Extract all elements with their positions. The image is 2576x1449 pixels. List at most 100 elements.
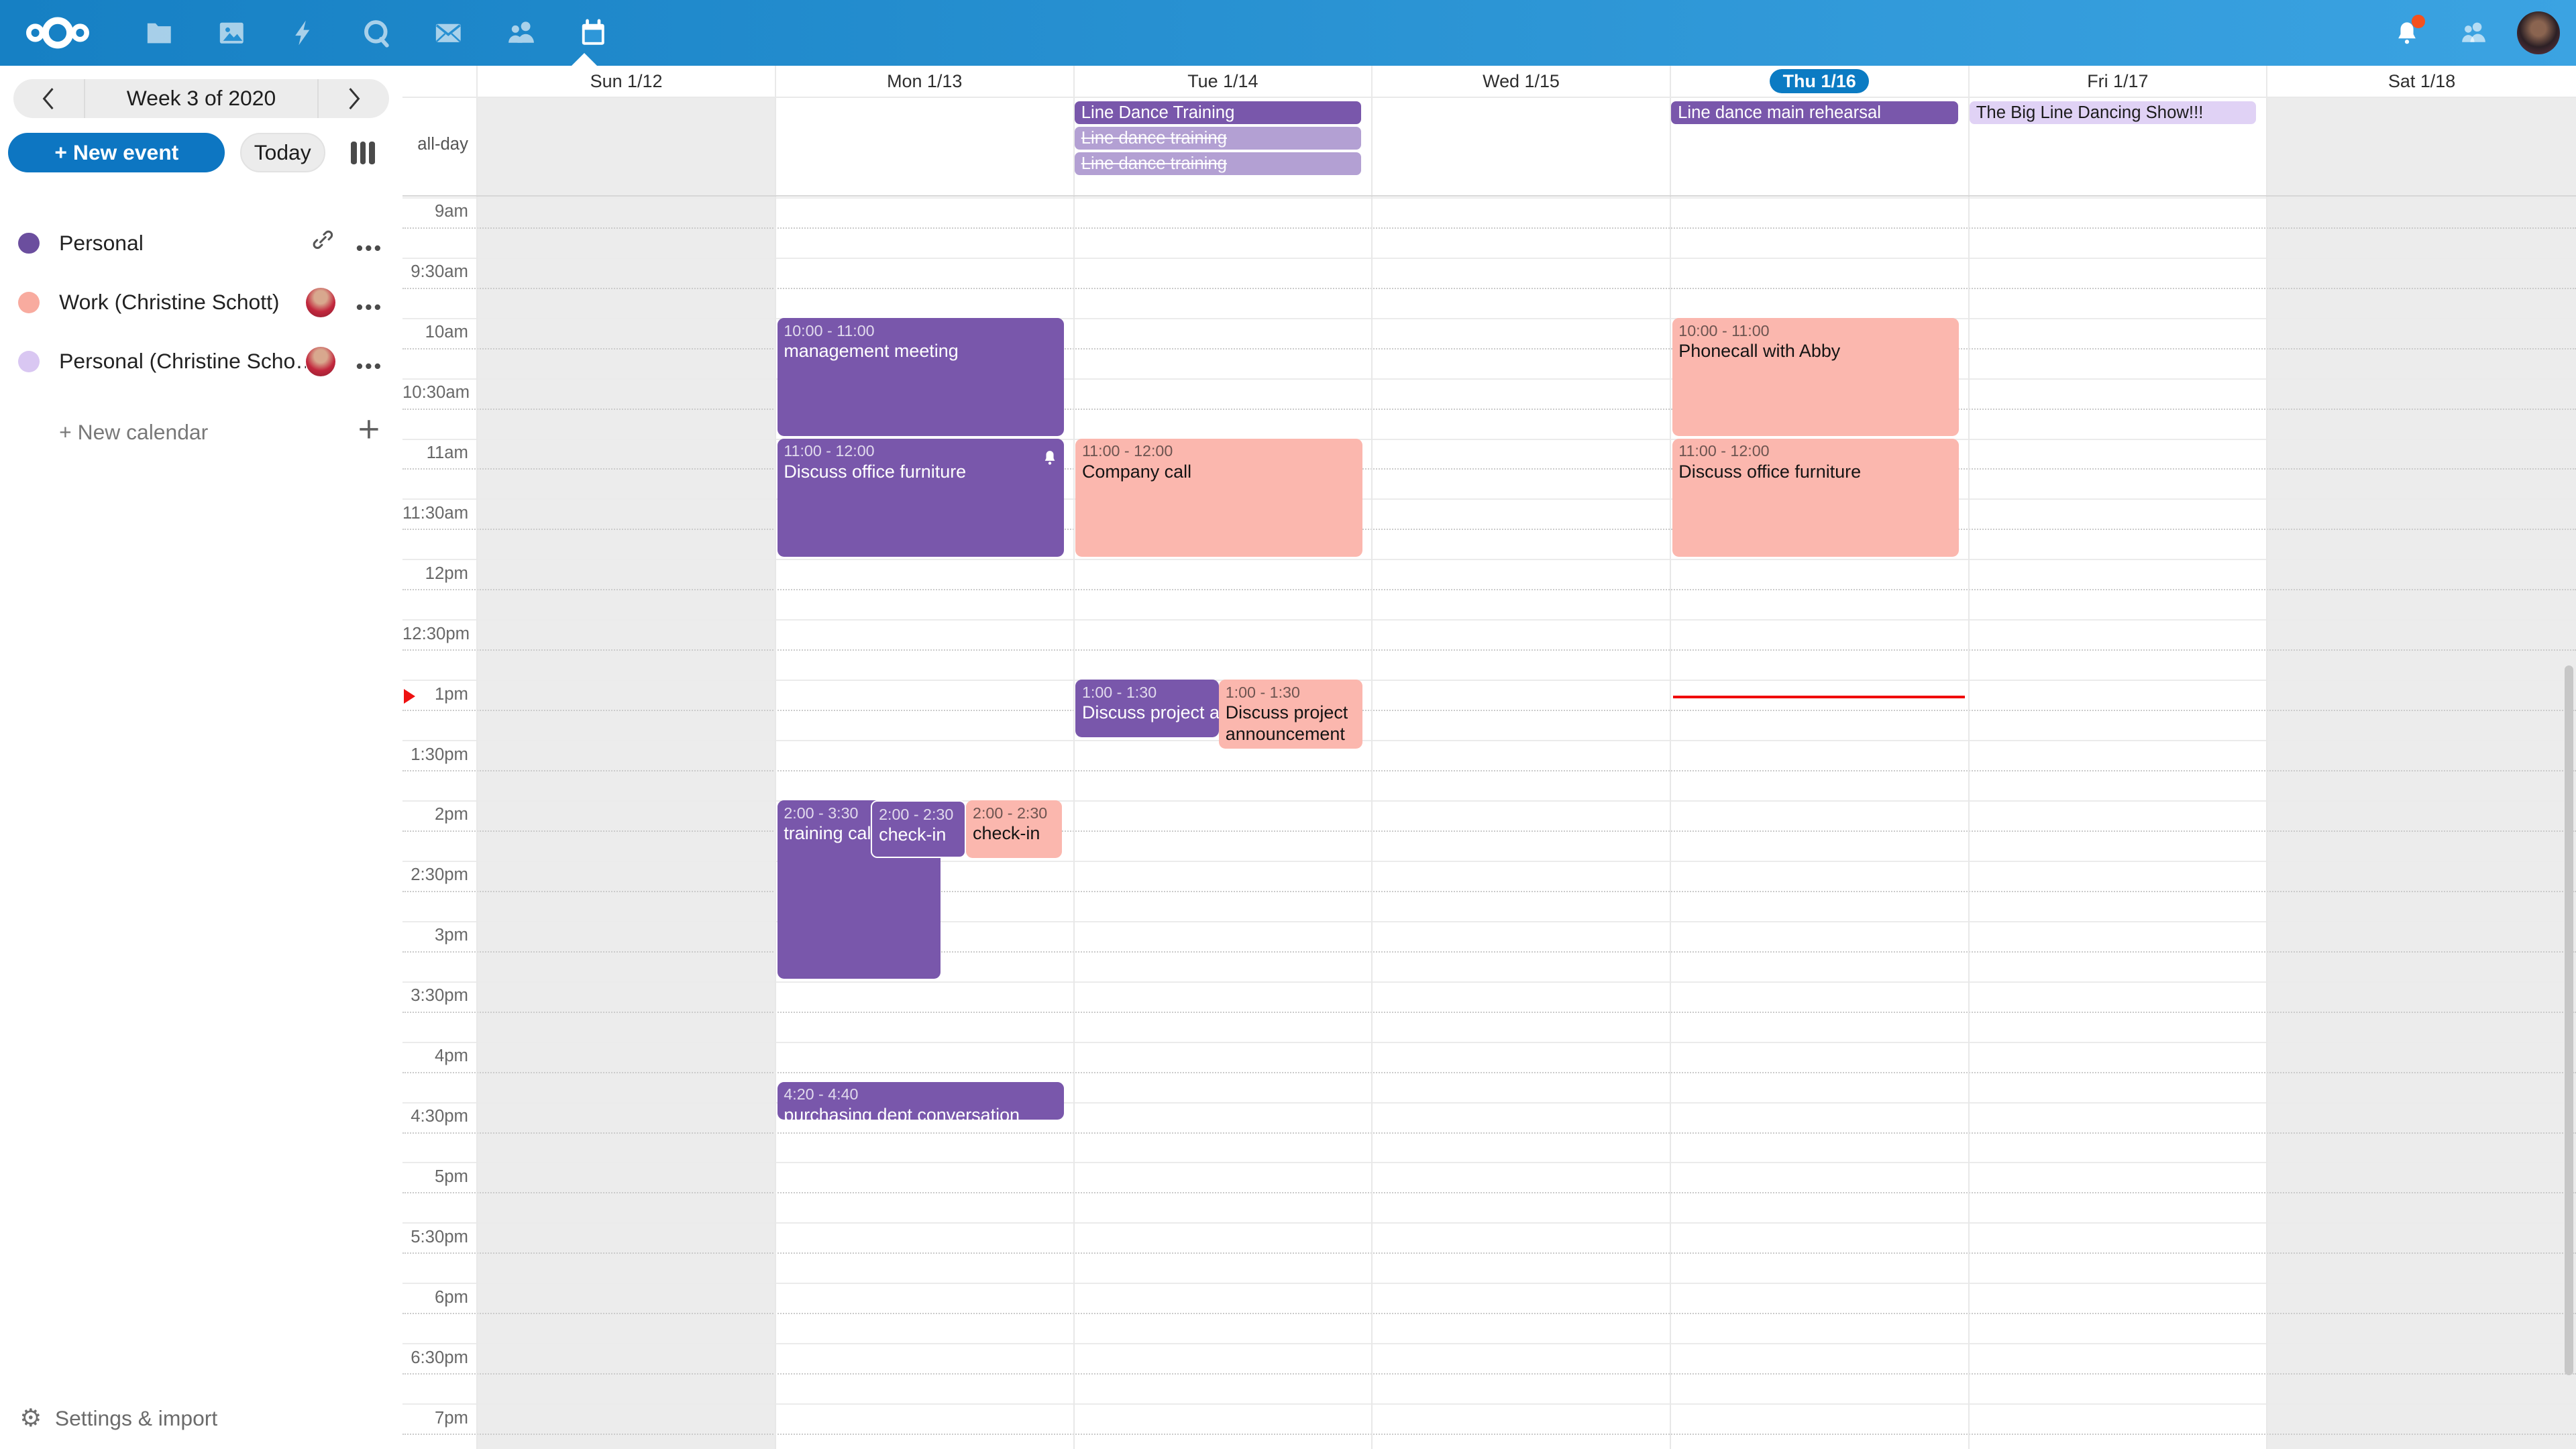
event-time: 1:00 - 1:30 [1226,683,1356,702]
day-header-sat[interactable]: Sat 1/18 [2266,66,2576,97]
nextcloud-logo[interactable] [15,0,100,66]
day-header-tue[interactable]: Tue 1/14 [1073,66,1372,97]
day-header-mon[interactable]: Mon 1/13 [775,66,1073,97]
reminder-bell-icon [1042,443,1057,473]
event[interactable]: 4:20 - 4:40purchasing dept conversation [777,1082,1065,1120]
notifications-bell-icon[interactable] [2385,11,2428,54]
plus-icon [358,417,380,447]
vertical-scrollbar[interactable] [2565,665,2573,1375]
event-time: 10:00 - 11:00 [1678,321,1952,341]
calendar-name: Work (Christine Schott) [59,290,305,315]
allday-event[interactable]: Line dance main rehearsal [1671,101,1958,124]
sidebar-actions: + New event Today [8,133,389,172]
calendar-menu-button[interactable] [356,288,381,317]
sidebar-item-calendar-1[interactable]: Work (Christine Schott) [0,273,402,332]
event[interactable]: 11:00 - 12:00Discuss office furniture [777,439,1065,557]
day-header-label: Sun 1/12 [590,71,663,92]
event[interactable]: 1:00 - 1:30Discuss project announcement [1075,680,1219,737]
event[interactable]: 11:00 - 12:00Discuss office furniture [1672,439,1960,557]
time-axis-label: 5pm [402,1164,475,1190]
calendar-menu-button[interactable] [356,228,381,258]
time-axis-label: 11:30am [402,500,475,527]
calendar-list: Personal Work (Christine Schott) Personal … [0,213,402,390]
calendar-color-dot[interactable] [18,351,40,372]
calendar-color-dot[interactable] [18,233,40,254]
calendar-week-view: Sun 1/12 Mon 1/13Tue 1/14Wed 1/15Thu 1/16… [402,66,2576,1449]
previous-week-button[interactable] [13,79,86,119]
day-header-label: Fri 1/17 [2087,71,2148,92]
sidebar-item-calendar-2[interactable]: Personal (Christine Scho… [0,332,402,391]
share-link-icon[interactable] [311,227,335,259]
time-axis-label: 12pm [402,561,475,587]
day-column-6[interactable] [2266,97,2576,1449]
event-title: Discuss office furniture [1678,462,1952,483]
notification-badge [2412,15,2425,28]
calendar-owner-avatar [306,347,335,376]
event-time: 11:00 - 12:00 [1082,441,1356,461]
event[interactable]: 2:00 - 2:30check-in [871,800,966,858]
next-week-button[interactable] [317,79,390,119]
day-header-thu[interactable]: Thu 1/16 [1670,66,1968,97]
new-event-button[interactable]: + New event [8,133,225,172]
contacts-menu-icon[interactable] [2451,11,2494,54]
allday-event[interactable]: The Big Line Dancing Show!!! [1970,101,2257,124]
topbar [0,0,2576,66]
week-switcher: Week 3 of 2020 [13,79,390,119]
gear-icon: ⚙ [19,1406,42,1431]
time-axis-label: 3pm [402,922,475,949]
files-icon[interactable] [123,0,196,66]
allday-event[interactable]: Line dance training [1075,127,1362,150]
today-button[interactable]: Today [240,133,325,172]
settings-label: Settings & import [55,1406,217,1431]
talk-icon[interactable] [340,0,413,66]
event[interactable]: 10:00 - 11:00management meeting [777,318,1065,436]
day-header-label: Sat 1/18 [2388,71,2455,92]
calendar-item-actions [311,227,381,259]
day-column-0[interactable] [476,97,775,1449]
mail-icon[interactable] [413,0,485,66]
time-axis-label: 4pm [402,1043,475,1069]
day-column-5[interactable] [1968,97,2267,1449]
day-column-3[interactable] [1371,97,1670,1449]
event-time: 11:00 - 12:00 [1678,441,1952,461]
event-title: management meeting [784,341,1057,362]
time-axis-label: 10am [402,319,475,345]
event[interactable]: 1:00 - 1:30Discuss project announcement [1219,680,1362,749]
sidebar: Week 3 of 2020 + New event Today Persona… [0,66,402,1449]
day-header-fri[interactable]: Fri 1/17 [1968,66,2267,97]
day-column-2[interactable] [1073,97,1372,1449]
event-title: Company call [1082,462,1356,483]
day-column-1[interactable] [775,97,1073,1449]
event-title: purchasing dept conversation [784,1105,1057,1120]
allday-event[interactable]: Line dance training [1075,152,1362,175]
photos-icon[interactable] [195,0,268,66]
time-axis-label: 4:30pm [402,1104,475,1130]
time-axis-label: 3:30pm [402,983,475,1009]
new-calendar-button[interactable]: + New calendar [0,407,402,456]
settings-import-button[interactable]: ⚙ Settings & import [19,1406,217,1431]
week-range-label[interactable]: Week 3 of 2020 [85,79,317,119]
day-header-wed[interactable]: Wed 1/15 [1371,66,1670,97]
day-header-sun[interactable]: Sun 1/12 [476,66,775,97]
calendar-owner-avatar [306,288,335,317]
user-avatar[interactable] [2517,11,2560,54]
event-time: 1:00 - 1:30 [1082,683,1212,702]
event[interactable]: 2:00 - 2:30check-in [966,800,1062,858]
event[interactable]: 11:00 - 12:00Company call [1075,439,1362,557]
day-column-4[interactable] [1670,97,1968,1449]
event-time: 2:00 - 2:30 [973,804,1056,823]
calendar-menu-button[interactable] [356,347,381,376]
activity-icon[interactable] [268,0,340,66]
calendar-item-actions [306,288,382,317]
event-time: 2:00 - 2:30 [879,805,958,824]
time-axis-label: 7pm [402,1405,475,1432]
allday-event[interactable]: Line Dance Training [1075,101,1362,124]
active-app-indicator [572,53,597,66]
calendar-color-dot[interactable] [18,292,40,313]
contacts-icon[interactable] [484,0,557,66]
view-columns-button[interactable] [347,136,380,169]
sidebar-item-calendar-0[interactable]: Personal [0,213,402,272]
app-window: Week 3 of 2020 + New event Today Persona… [0,0,2576,1449]
allday-label: all-day [402,135,468,154]
event[interactable]: 10:00 - 11:00Phonecall with Abby [1672,318,1960,436]
